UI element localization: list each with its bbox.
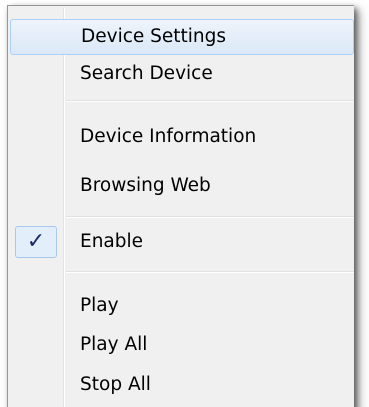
- menu-item-label: Enable: [80, 231, 144, 253]
- menu-item-label: Browsing Web: [80, 175, 211, 197]
- menu-separator: [66, 216, 354, 218]
- menu-item-stop-all[interactable]: Stop All: [10, 367, 354, 403]
- menu-separator: [66, 100, 354, 102]
- menu-separator: [66, 271, 354, 273]
- menu-item-play-all[interactable]: Play All: [10, 327, 354, 363]
- menu-item-label: Device Settings: [81, 26, 227, 48]
- menu-item-browsing-web[interactable]: Browsing Web: [10, 168, 354, 204]
- checkmark-box: ✓: [15, 226, 57, 258]
- menu-item-label: Device Information: [80, 126, 257, 148]
- menu-item-play[interactable]: Play: [10, 288, 354, 324]
- checkmark-icon: ✓: [26, 229, 46, 254]
- menu-item-label: Play All: [80, 334, 148, 356]
- menu-item-label: Play: [80, 295, 119, 317]
- menu-item-label: Search Device: [80, 63, 213, 85]
- menu-item-device-information[interactable]: Device Information: [10, 119, 354, 155]
- context-menu: Device Settings Search Device Device Inf…: [7, 5, 354, 407]
- menu-item-device-settings[interactable]: Device Settings: [10, 19, 354, 55]
- menu-item-label: Stop All: [80, 374, 151, 396]
- menu-item-enable[interactable]: ✓ Enable: [10, 224, 354, 260]
- menu-item-search-device[interactable]: Search Device: [10, 56, 354, 92]
